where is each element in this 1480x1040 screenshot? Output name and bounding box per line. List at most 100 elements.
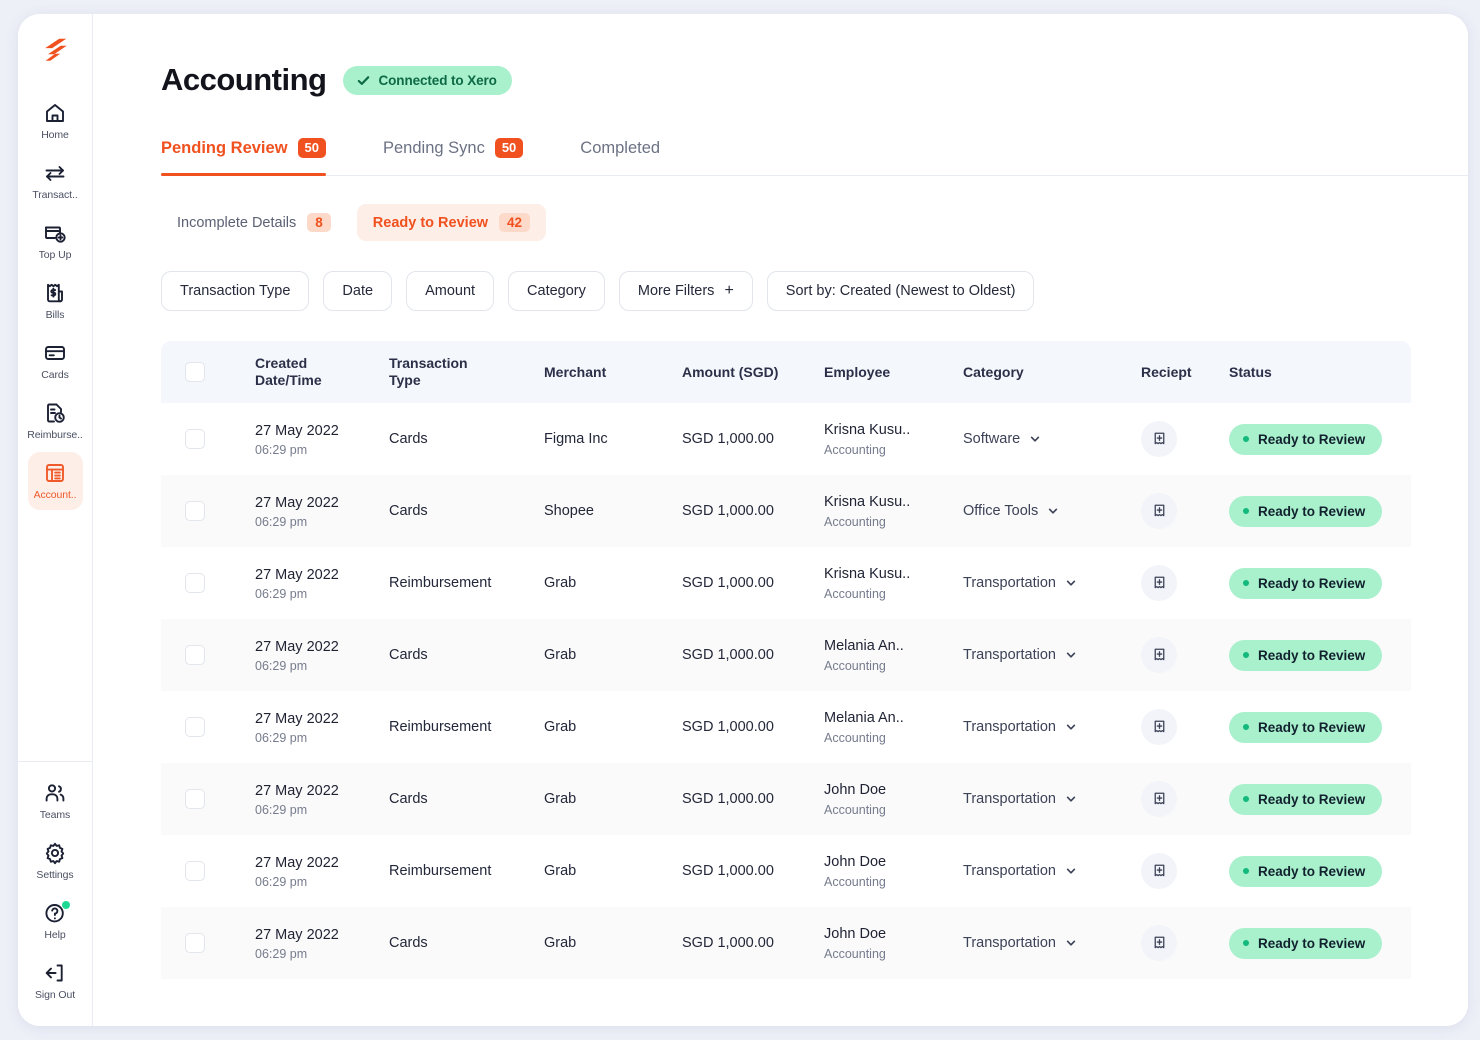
category-dropdown[interactable]: Software <box>963 431 1141 447</box>
category-dropdown[interactable]: Transportation <box>963 719 1141 735</box>
sidebar-item-bills[interactable]: Bills <box>28 272 83 330</box>
filter-transaction-type[interactable]: Transaction Type <box>161 271 310 312</box>
top-up-icon <box>43 221 67 245</box>
category-dropdown[interactable]: Transportation <box>963 863 1141 879</box>
row-checkbox[interactable] <box>185 933 205 954</box>
sidebar-item-label: Account.. <box>33 490 77 501</box>
row-checkbox[interactable] <box>185 861 205 882</box>
sidebar-item-account[interactable]: Account.. <box>27 452 83 510</box>
cell-amount: SGD 1,000.00 <box>682 431 774 448</box>
select-all-checkbox[interactable] <box>185 362 205 383</box>
sidebar-item-sign-out[interactable]: Sign Out <box>28 952 83 1010</box>
column-header-type-line2: Type <box>389 372 421 389</box>
row-checkbox[interactable] <box>185 717 205 738</box>
subtab-ready-to-review[interactable]: Ready to Review 42 <box>356 204 547 242</box>
table-row[interactable]: 27 May 2022 06:29 pm Reimbursement Grab SGD … <box>161 835 1411 907</box>
category-dropdown[interactable]: Transportation <box>963 575 1141 591</box>
table-row[interactable]: 27 May 2022 06:29 pm Cards Grab SGD 1,000.00… <box>161 619 1411 692</box>
column-header-employee[interactable]: Employee <box>824 364 963 382</box>
row-select-cell <box>161 933 255 954</box>
category-dropdown[interactable]: Office Tools <box>963 503 1141 519</box>
sidebar-item-reimburse[interactable]: Reimburse.. <box>27 392 83 450</box>
row-checkbox[interactable] <box>185 501 205 522</box>
cell-category: Transportation <box>963 719 1141 735</box>
sidebar-item-transact[interactable]: Transact.. <box>28 152 83 210</box>
row-checkbox[interactable] <box>185 429 205 450</box>
filter-date[interactable]: Date <box>323 271 393 312</box>
row-checkbox[interactable] <box>185 573 205 594</box>
sidebar-item-label: Cards <box>41 370 69 381</box>
cell-transaction-type: Cards <box>389 503 428 520</box>
sidebar-item-cards[interactable]: Cards <box>28 332 83 390</box>
subtab-incomplete-details[interactable]: Incomplete Details 8 <box>161 204 347 241</box>
receipt-add-icon[interactable] <box>1141 853 1177 890</box>
cell-receipt <box>1141 709 1229 746</box>
cell-created-datetime: 27 May 2022 06:29 pm <box>255 854 389 889</box>
table-row[interactable]: 27 May 2022 06:29 pm Cards Shopee SGD 1,000.… <box>161 475 1411 548</box>
employee-department: Accounting <box>824 874 886 889</box>
tab-label: Pending Review <box>161 138 288 157</box>
filter-more-filters[interactable]: More Filters + <box>618 271 753 312</box>
cell-transaction-type: Cards <box>389 935 428 952</box>
row-select-cell <box>161 573 255 594</box>
receipt-add-icon[interactable] <box>1141 709 1177 746</box>
plus-icon: + <box>724 282 734 300</box>
spenmo-logo-icon[interactable] <box>35 30 75 70</box>
receipt-add-icon[interactable] <box>1141 493 1177 530</box>
receipt-add-icon[interactable] <box>1141 421 1177 458</box>
chevron-down-icon <box>1065 865 1077 877</box>
cell-status: Ready to Review <box>1229 927 1411 959</box>
table-row[interactable]: 27 May 2022 06:29 pm Reimbursement Grab SGD … <box>161 547 1411 619</box>
table-row[interactable]: 27 May 2022 06:29 pm Cards Grab SGD 1,000.00… <box>161 907 1411 980</box>
category-dropdown[interactable]: Transportation <box>963 935 1141 951</box>
main-content: Accounting Connected to Xero Pending Rev… <box>93 14 1468 1026</box>
filter-amount[interactable]: Amount <box>406 271 495 312</box>
filter-category[interactable]: Category <box>508 271 605 312</box>
tab-label: Completed <box>580 139 661 158</box>
connected-to-xero-label: Connected to Xero <box>378 72 497 88</box>
cell-category: Software <box>963 431 1141 447</box>
teams-icon <box>43 781 67 805</box>
row-checkbox[interactable] <box>185 645 205 666</box>
column-header-created-datetime[interactable]: Created Date/Time <box>255 355 389 390</box>
category-value: Transportation <box>963 719 1056 736</box>
sidebar-item-settings[interactable]: Settings <box>28 832 83 890</box>
table-row[interactable]: 27 May 2022 06:29 pm Cards Figma Inc SGD 1,0… <box>161 403 1411 475</box>
app-window: Home Transact.. Top Up Bills Cards Reimburse.… <box>18 14 1468 1026</box>
sidebar-item-teams[interactable]: Teams <box>28 772 83 830</box>
table-row[interactable]: 27 May 2022 06:29 pm Reimbursement Grab SGD … <box>161 691 1411 763</box>
tab-pending-sync[interactable]: Pending Sync 50 <box>383 138 543 175</box>
sidebar-item-label: Transact.. <box>32 190 78 201</box>
status-dot-icon <box>1243 508 1249 515</box>
status-badge: Ready to Review <box>1229 783 1383 815</box>
receipt-add-icon[interactable] <box>1141 781 1177 818</box>
filter-sort-by-created-newest-to-oldest[interactable]: Sort by: Created (Newest to Oldest) <box>766 271 1035 312</box>
sidebar-item-top-up[interactable]: Top Up <box>28 212 83 270</box>
cell-amount: SGD 1,000.00 <box>682 575 774 592</box>
receipt-add-icon[interactable] <box>1141 925 1177 962</box>
tab-pending-review[interactable]: Pending Review 50 <box>161 138 346 177</box>
subtab-label: Ready to Review <box>372 214 489 231</box>
column-header-transaction-type[interactable]: Transaction Type <box>389 355 544 390</box>
category-dropdown[interactable]: Transportation <box>963 647 1141 663</box>
tab-completed[interactable]: Completed <box>580 139 680 175</box>
created-date: 27 May 2022 <box>255 782 339 799</box>
cell-status: Ready to Review <box>1229 711 1411 743</box>
column-header-receipt[interactable]: Reciept <box>1141 364 1229 382</box>
table-row[interactable]: 27 May 2022 06:29 pm Cards Grab SGD 1,000.00… <box>161 763 1411 836</box>
row-select-cell <box>161 501 255 522</box>
receipt-add-icon[interactable] <box>1141 565 1177 602</box>
home-icon <box>43 101 67 125</box>
sidebar-item-label: Bills <box>45 310 65 321</box>
sidebar-item-home[interactable]: Home <box>28 92 83 150</box>
column-header-merchant[interactable]: Merchant <box>544 364 682 382</box>
cell-merchant: Grab <box>544 647 577 664</box>
receipt-add-icon[interactable] <box>1141 637 1177 674</box>
column-header-status[interactable]: Status <box>1229 364 1411 382</box>
column-header-category[interactable]: Category <box>963 364 1141 382</box>
category-dropdown[interactable]: Transportation <box>963 791 1141 807</box>
status-label: Ready to Review <box>1258 647 1366 663</box>
sidebar-item-help[interactable]: Help <box>28 892 83 950</box>
row-checkbox[interactable] <box>185 789 205 810</box>
column-header-amount[interactable]: Amount (SGD) <box>682 364 824 382</box>
